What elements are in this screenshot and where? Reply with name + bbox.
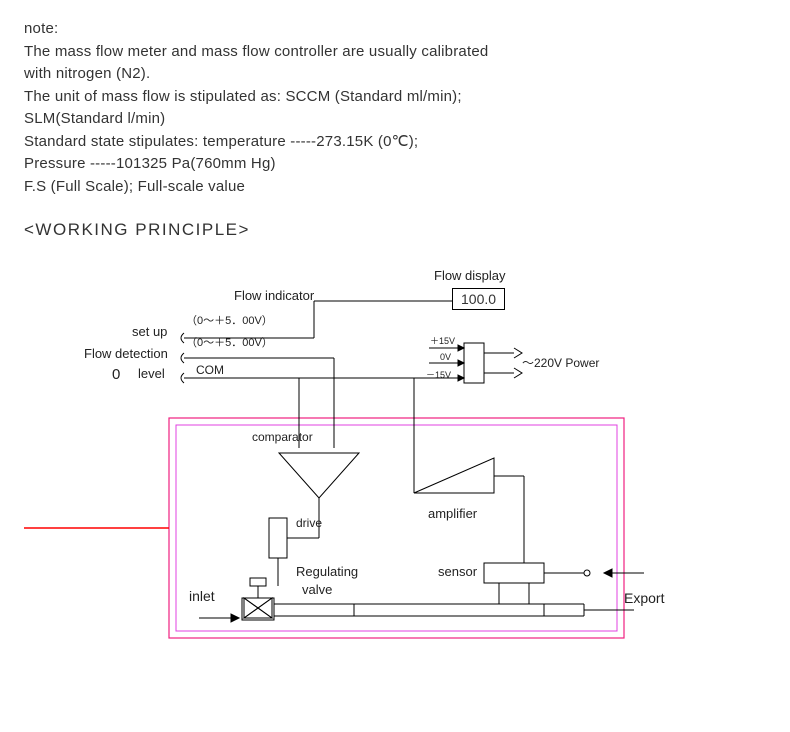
drive-label: drive	[296, 516, 322, 530]
flow-display-value: 100.0	[452, 288, 505, 310]
note-line: Standard state stipulates: temperature -…	[24, 131, 766, 154]
zeroV-label: 0V	[440, 352, 451, 362]
note-line: The unit of mass flow is stipulated as: …	[24, 86, 766, 109]
note-line: The mass flow meter and mass flow contro…	[24, 41, 766, 64]
note-line: Pressure -----101325 Pa(760mm Hg)	[24, 153, 766, 176]
flow-detection-label: Flow detection	[84, 346, 168, 361]
plus15v-label: ＋15V	[430, 334, 455, 347]
amplifier-label: amplifier	[428, 506, 477, 521]
note-line: SLM(Standard l/min)	[24, 108, 766, 131]
setup-label: set up	[132, 324, 167, 339]
note-line: with nitrogen (N2).	[24, 63, 766, 86]
valve-label: valve	[302, 582, 332, 597]
setup-voltage: （0～＋5．00V）	[186, 312, 273, 328]
sensor-label: sensor	[438, 564, 477, 579]
comparator-label: comparator	[252, 430, 313, 444]
detect-voltage: （0～＋5．00V）	[186, 334, 273, 350]
working-principle-diagram: Flow display 100.0 Flow indicator set up…	[24, 268, 724, 648]
regulating-label: Regulating	[296, 564, 358, 579]
level-label: level	[138, 366, 165, 381]
power-label: ～220V Power	[522, 354, 599, 371]
note-block: note: The mass flow meter and mass flow …	[24, 18, 766, 198]
flow-indicator-label: Flow indicator	[234, 288, 314, 303]
note-title: note:	[24, 18, 766, 41]
flow-display-label: Flow display	[434, 268, 506, 283]
minus15v-label: －15V	[426, 368, 451, 381]
com-label: COM	[196, 363, 224, 377]
inlet-label: inlet	[189, 588, 215, 604]
export-label: Export	[624, 590, 664, 606]
section-heading: <WORKING PRINCIPLE>	[24, 220, 766, 240]
level-zero: 0	[112, 366, 120, 383]
note-line: F.S (Full Scale); Full-scale value	[24, 176, 766, 199]
